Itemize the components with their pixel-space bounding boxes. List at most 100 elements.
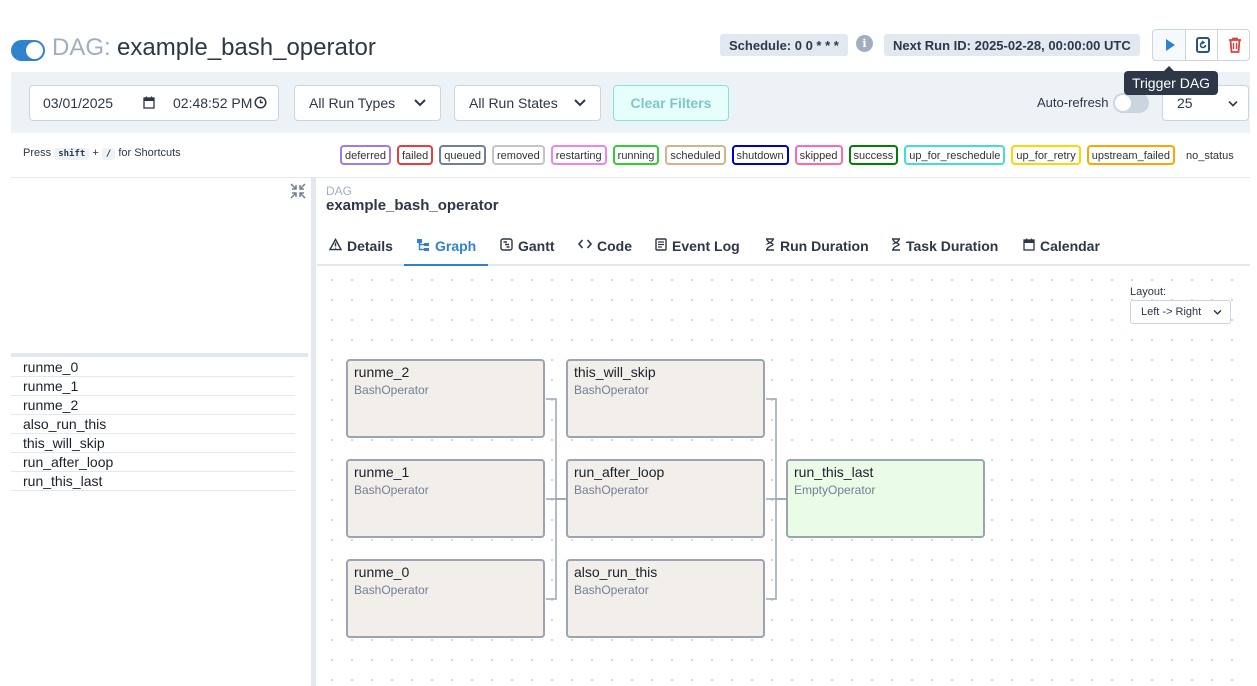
info-icon[interactable]: i (856, 35, 873, 52)
edge-also-run-this-run-this-last (766, 498, 786, 600)
tab-label: Run Duration (780, 238, 869, 254)
state-chip-up-for-retry[interactable]: up_for_retry (1011, 145, 1081, 165)
node-operator: BashOperator (574, 583, 649, 597)
edge-runme-0-run-after-loop (546, 498, 566, 600)
base-date-input[interactable]: 03/01/2025 02:48:52 PM (29, 85, 279, 121)
graph-node-run-after-loop[interactable]: run_after_loop BashOperator (566, 459, 765, 538)
tab-code[interactable]: Code (566, 220, 644, 266)
tab-label: Event Log (672, 238, 740, 254)
graph-node-runme-2[interactable]: runme_2 BashOperator (346, 359, 545, 438)
tab-graph[interactable]: Graph (404, 220, 489, 266)
time-value: 02:48:52 PM (173, 95, 253, 111)
task-row-this-will-skip[interactable]: this_will_skip (11, 434, 295, 453)
trash-icon (1229, 37, 1241, 53)
state-chip-removed[interactable]: removed (492, 145, 545, 165)
state-legend: deferred failed queued removed restartin… (340, 145, 1239, 165)
node-name: runme_0 (354, 564, 410, 580)
node-operator: BashOperator (574, 483, 649, 497)
clock-icon (254, 96, 267, 109)
node-operator: BashOperator (574, 383, 649, 397)
tab-label: Task Duration (906, 238, 999, 254)
delete-dag-button[interactable] (1217, 29, 1250, 61)
node-name: runme_2 (354, 364, 410, 380)
layout-label: Layout: (1130, 286, 1167, 298)
tab-label: Graph (435, 238, 477, 254)
graph-node-runme-0[interactable]: runme_0 BashOperator (346, 559, 545, 638)
node-operator: BashOperator (354, 483, 429, 497)
hourglass-icon (892, 238, 900, 251)
dag-id: example_bash_operator (326, 197, 499, 214)
toggle-knob (1115, 95, 1131, 111)
task-row-runme-0[interactable]: runme_0 (11, 358, 295, 377)
state-chip-shutdown[interactable]: shutdown (731, 145, 789, 165)
task-row-runme-2[interactable]: runme_2 (11, 396, 295, 415)
chevron-down-icon (414, 99, 426, 107)
tab-label: Code (597, 238, 632, 254)
event-log-icon (655, 238, 667, 251)
task-row-run-this-last[interactable]: run_this_last (11, 472, 295, 491)
tab-run-duration[interactable]: Run Duration (753, 220, 881, 266)
state-chip-queued[interactable]: queued (439, 145, 486, 165)
num-runs-value: 25 (1177, 95, 1193, 111)
node-operator: BashOperator (354, 583, 429, 597)
state-chip-skipped[interactable]: skipped (794, 145, 843, 165)
dag-pause-toggle[interactable] (11, 40, 45, 61)
state-chip-running[interactable]: running (612, 145, 660, 165)
code-icon (578, 239, 592, 249)
state-chip-success[interactable]: success (848, 145, 899, 165)
node-name: run_this_last (794, 464, 874, 480)
state-chip-restarting[interactable]: restarting (550, 145, 607, 165)
run-types-select[interactable]: All Run Types (294, 85, 441, 121)
task-row-run-after-loop[interactable]: run_after_loop (11, 453, 295, 472)
graph-node-also-run-this[interactable]: also_run_this BashOperator (566, 559, 765, 638)
graph-icon (417, 239, 429, 251)
hourglass-icon (766, 238, 774, 251)
calendar-icon (1023, 238, 1035, 251)
state-chip-failed[interactable]: failed (396, 145, 434, 165)
run-states-value: All Run States (469, 95, 558, 111)
collapse-icon[interactable] (289, 182, 307, 200)
shortcut-key-shift: shift (54, 148, 90, 160)
tab-details[interactable]: Details (317, 220, 405, 266)
task-row-also-run-this[interactable]: also_run_this (11, 415, 295, 434)
chevron-down-icon (574, 99, 586, 107)
tab-calendar[interactable]: Calendar (1011, 220, 1112, 266)
graph-node-this-will-skip[interactable]: this_will_skip BashOperator (566, 359, 765, 438)
clear-filters-button[interactable]: Clear Filters (613, 85, 729, 121)
dag-label: DAG (326, 184, 353, 198)
layout-select[interactable]: Left -> Right (1130, 300, 1231, 324)
edge-runme-2-run-after-loop (546, 398, 566, 500)
graph-node-runme-1[interactable]: runme_1 BashOperator (346, 459, 545, 538)
trigger-dag-tooltip: Trigger DAG (1124, 71, 1219, 95)
autorefresh-label: Auto-refresh (1037, 95, 1109, 110)
panel-resizer[interactable] (311, 178, 316, 686)
play-icon (1166, 39, 1175, 51)
tab-label: Details (347, 238, 393, 254)
next-run-badge: Next Run ID: 2025-02-28, 00:00:00 UTC (884, 34, 1140, 56)
tab-event-log[interactable]: Event Log (643, 220, 752, 266)
shortcut-key-slash: / (101, 148, 116, 160)
reparse-dag-button[interactable] (1185, 29, 1218, 61)
graph-node-run-this-last[interactable]: run_this_last EmptyOperator (786, 459, 985, 538)
node-name: this_will_skip (574, 364, 656, 380)
run-types-value: All Run Types (309, 95, 396, 111)
state-chip-up-for-reschedule[interactable]: up_for_reschedule (904, 145, 1006, 165)
state-chip-no-status[interactable]: no_status (1181, 145, 1239, 165)
tab-gantt[interactable]: Gantt (488, 220, 567, 266)
run-states-select[interactable]: All Run States (454, 85, 601, 121)
edge-this-will-skip-run-this-last (766, 398, 786, 500)
page-title-prefix: DAG: (52, 34, 111, 61)
state-chip-scheduled[interactable]: scheduled (665, 145, 726, 165)
grid-header-divider (11, 353, 308, 357)
layout-value: Left -> Right (1141, 306, 1202, 318)
state-chip-upstream-failed[interactable]: upstream_failed (1086, 145, 1175, 165)
state-chip-deferred[interactable]: deferred (340, 145, 391, 165)
autorefresh-toggle[interactable] (1113, 93, 1149, 113)
node-name: also_run_this (574, 564, 658, 580)
task-list: runme_0 runme_1 runme_2 also_run_this th… (11, 358, 295, 491)
task-row-runme-1[interactable]: runme_1 (11, 377, 295, 396)
page-title: example_bash_operator (117, 34, 376, 61)
tab-task-duration[interactable]: Task Duration (879, 220, 1010, 266)
trigger-dag-button[interactable] (1152, 29, 1186, 61)
warning-icon (329, 238, 342, 251)
